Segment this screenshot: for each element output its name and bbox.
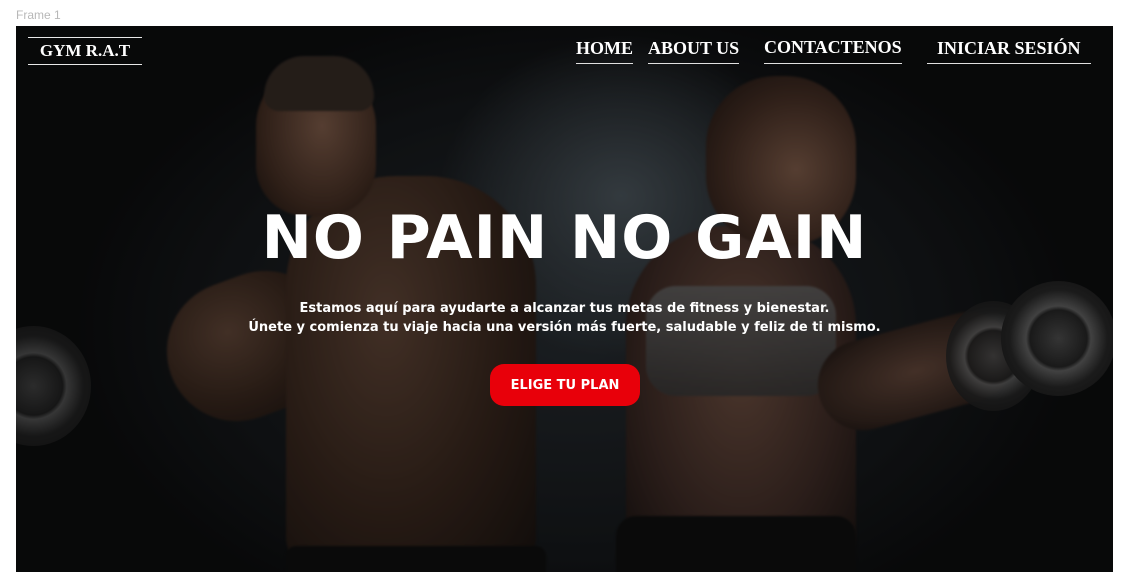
frame-label: Frame 1 — [16, 8, 61, 22]
hero-subtitle-line-2: Únete y comienza tu viaje hacia una vers… — [248, 320, 881, 335]
hero-section: NO PAIN NO GAIN Estamos aquí para ayudar… — [16, 26, 1113, 572]
choose-plan-button[interactable]: ELIGE TU PLAN — [490, 364, 640, 406]
hero-title: NO PAIN NO GAIN — [261, 203, 868, 273]
landing-page-frame: GYM R.A.T HOME ABOUT US CONTACTENOS INIC… — [16, 26, 1113, 572]
hero-subtitle-line-1: Estamos aquí para ayudarte a alcanzar tu… — [299, 301, 830, 316]
